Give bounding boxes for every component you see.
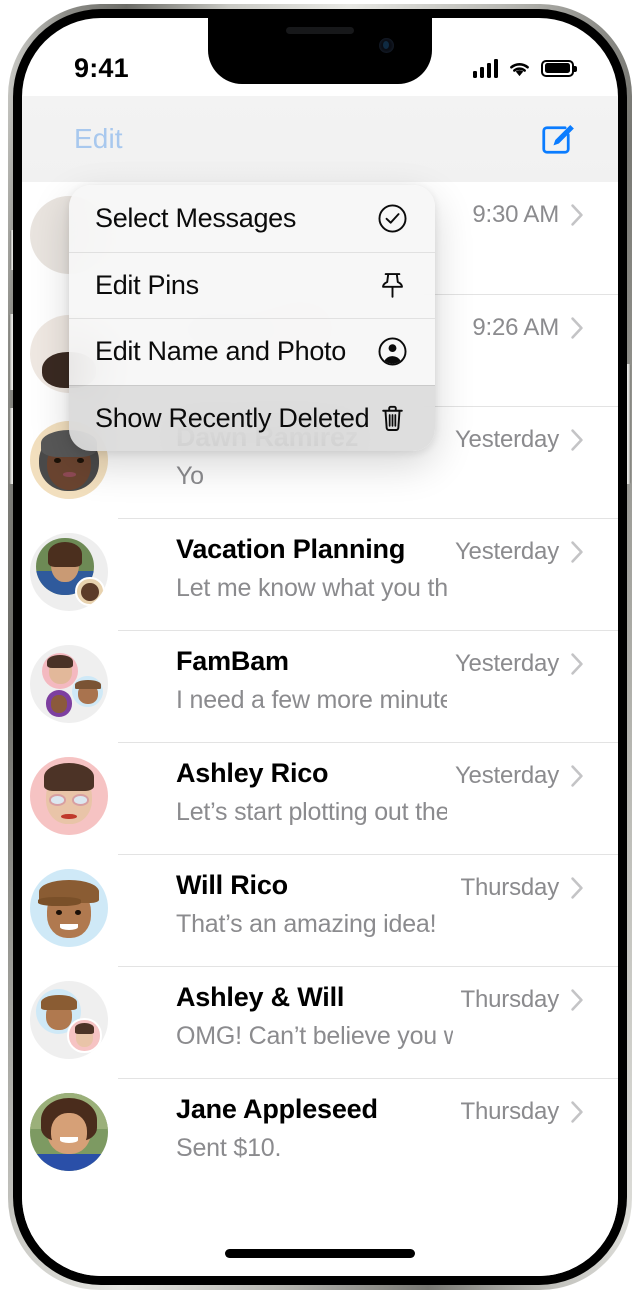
avatar	[30, 1093, 108, 1171]
status-indicators	[472, 58, 577, 78]
conversation-meta: Yesterday	[455, 757, 584, 790]
conversation-title: Ashley & Will	[176, 982, 345, 1012]
pin-icon	[375, 268, 409, 302]
conversation-preview: Let’s start plotting out the garden.	[176, 797, 447, 826]
menu-item-edit-pins[interactable]: Edit Pins	[69, 251, 435, 319]
conversation-meta: Thursday	[461, 1093, 584, 1126]
conversation-text: Ashley Rico Let’s start plotting out the…	[176, 757, 455, 828]
conversation-preview: OMG! Can’t believe you won the tickets!	[176, 1021, 453, 1050]
conversation-meta: Yesterday	[455, 533, 584, 566]
conversation-title: FamBam	[176, 646, 289, 676]
conversation-text: Jane Appleseed Sent $10.	[176, 1093, 461, 1164]
conversation-time: 9:30 AM	[472, 201, 559, 228]
table-row[interactable]: Vacation Planning Let me know what you t…	[30, 518, 618, 630]
conversation-preview: Let me know what you think! 💨 🤔	[176, 573, 447, 602]
conversation-time: Yesterday	[454, 538, 559, 565]
conversation-title: Vacation Planning	[176, 534, 406, 564]
conversation-meta: Yesterday	[455, 421, 584, 454]
conversation-time: Yesterday	[454, 762, 559, 789]
conversation-text: Will Rico That’s an amazing idea!	[176, 869, 461, 940]
conversation-text: FamBam I need a few more minutes.	[176, 645, 455, 716]
screen: 9:41 Edit 9:30 AM 9:26 AM Yo Yesterday V…	[22, 18, 618, 1276]
conversation-preview: I need a few more minutes.	[176, 685, 447, 714]
table-row[interactable]: Will Rico That’s an amazing idea! Thursd…	[30, 854, 618, 966]
context-menu[interactable]: Select Messages Edit Pins Edit Name and …	[69, 185, 435, 451]
conversation-meta: 9:30 AM	[472, 196, 584, 229]
menu-item-label: Edit Pins	[95, 269, 199, 300]
conversation-preview: Yo	[176, 461, 204, 490]
avatar	[30, 645, 108, 723]
chevron-right-icon	[571, 429, 583, 451]
avatar	[30, 533, 108, 611]
chevron-right-icon	[571, 541, 583, 563]
menu-item-label: Edit Name and Photo	[95, 336, 346, 367]
conversation-title: Ashley Rico	[176, 758, 329, 788]
conversation-time: Thursday	[460, 986, 560, 1013]
chevron-right-icon	[571, 653, 583, 675]
conversation-time: Yesterday	[454, 426, 559, 453]
conversation-preview: Sent $10.	[176, 1133, 282, 1162]
notch	[208, 18, 432, 84]
trash-icon	[375, 401, 409, 435]
phone-bezel: 9:41 Edit 9:30 AM 9:26 AM Yo Yesterday V…	[13, 9, 627, 1285]
conversation-meta: 9:26 AM	[472, 309, 584, 342]
chevron-right-icon	[571, 877, 583, 899]
conversation-time: Yesterday	[454, 650, 559, 677]
compose-icon[interactable]	[538, 121, 574, 157]
conversation-text: Ashley & Will OMG! Can’t believe you won…	[176, 981, 461, 1052]
chevron-right-icon	[571, 317, 583, 339]
conversation-meta: Thursday	[461, 869, 584, 902]
home-indicator[interactable]	[225, 1249, 415, 1258]
table-row[interactable]: FamBam I need a few more minutes. Yester…	[30, 630, 618, 742]
conversation-meta: Yesterday	[455, 645, 584, 678]
avatar	[30, 981, 108, 1059]
conversation-title: Will Rico	[176, 870, 288, 900]
status-time: 9:41	[74, 52, 129, 83]
front-camera-icon	[379, 38, 394, 53]
person-circle-icon	[375, 335, 409, 369]
menu-item-label: Select Messages	[95, 202, 297, 233]
phone-frame: 9:41 Edit 9:30 AM 9:26 AM Yo Yesterday V…	[8, 4, 632, 1290]
conversation-time: Thursday	[460, 1098, 560, 1125]
table-row[interactable]: Ashley Rico Let’s start plotting out the…	[30, 742, 618, 854]
conversation-meta: Thursday	[461, 981, 584, 1014]
conversation-text: Vacation Planning Let me know what you t…	[176, 533, 455, 604]
conversation-time: 9:26 AM	[472, 314, 559, 341]
avatar	[30, 869, 108, 947]
battery-full-icon	[541, 59, 577, 77]
wifi-icon	[510, 62, 529, 76]
table-row[interactable]: Jane Appleseed Sent $10. Thursday	[30, 1078, 618, 1190]
avatar	[30, 757, 108, 835]
menu-item-select-messages[interactable]: Select Messages	[69, 185, 435, 252]
conversation-time: Thursday	[460, 874, 560, 901]
chevron-right-icon	[571, 1101, 583, 1123]
edit-button[interactable]: Edit	[74, 123, 123, 155]
cellular-bars-icon	[472, 58, 498, 78]
table-row[interactable]: Ashley & Will OMG! Can’t believe you won…	[30, 966, 618, 1078]
chevron-right-icon	[571, 989, 583, 1011]
checkmark-circle-icon	[375, 201, 409, 235]
conversation-title: Jane Appleseed	[176, 1094, 378, 1124]
menu-item-label: Show Recently Deleted	[95, 402, 370, 433]
earpiece-speaker	[286, 27, 354, 34]
navigation-bar: Edit	[22, 96, 618, 182]
menu-item-show-recently-deleted[interactable]: Show Recently Deleted	[69, 384, 435, 451]
menu-item-edit-name-and-photo[interactable]: Edit Name and Photo	[69, 318, 435, 385]
chevron-right-icon	[571, 765, 583, 787]
chevron-right-icon	[571, 204, 583, 226]
conversation-preview: That’s an amazing idea!	[176, 909, 437, 938]
